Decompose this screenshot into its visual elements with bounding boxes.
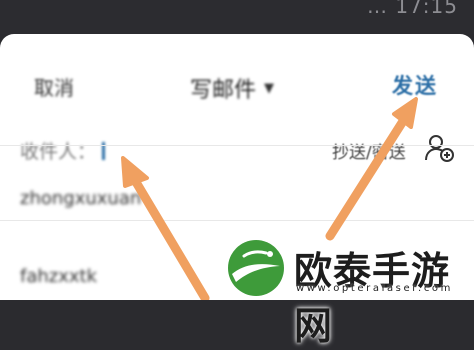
sender-field[interactable]: zhongxuxuan [20,188,141,209]
watermark-url: www.opteralaser.com [296,283,453,294]
divider [0,220,474,221]
subject-field[interactable]: fahzxxtk [20,266,97,287]
recipient-label: 收件人： [20,141,97,163]
chevron-down-icon: ▼ [264,80,275,96]
cancel-button[interactable]: 取消 [34,72,74,101]
page-title: 写邮件 [190,78,257,103]
watermark-logo-text: 欧泰手游网 [294,249,451,348]
send-button[interactable]: 发送 [392,70,438,100]
status-indicators: … 17:15 [367,0,458,18]
status-bar: … 17:15 [0,0,474,34]
add-contact-icon[interactable] [423,132,455,164]
recipient-field[interactable]: 收件人： [20,137,106,164]
divider [0,145,474,146]
cc-bcc-button[interactable]: 抄送/密送 [332,138,406,163]
compose-title[interactable]: 写邮件 ▼ [190,72,274,104]
